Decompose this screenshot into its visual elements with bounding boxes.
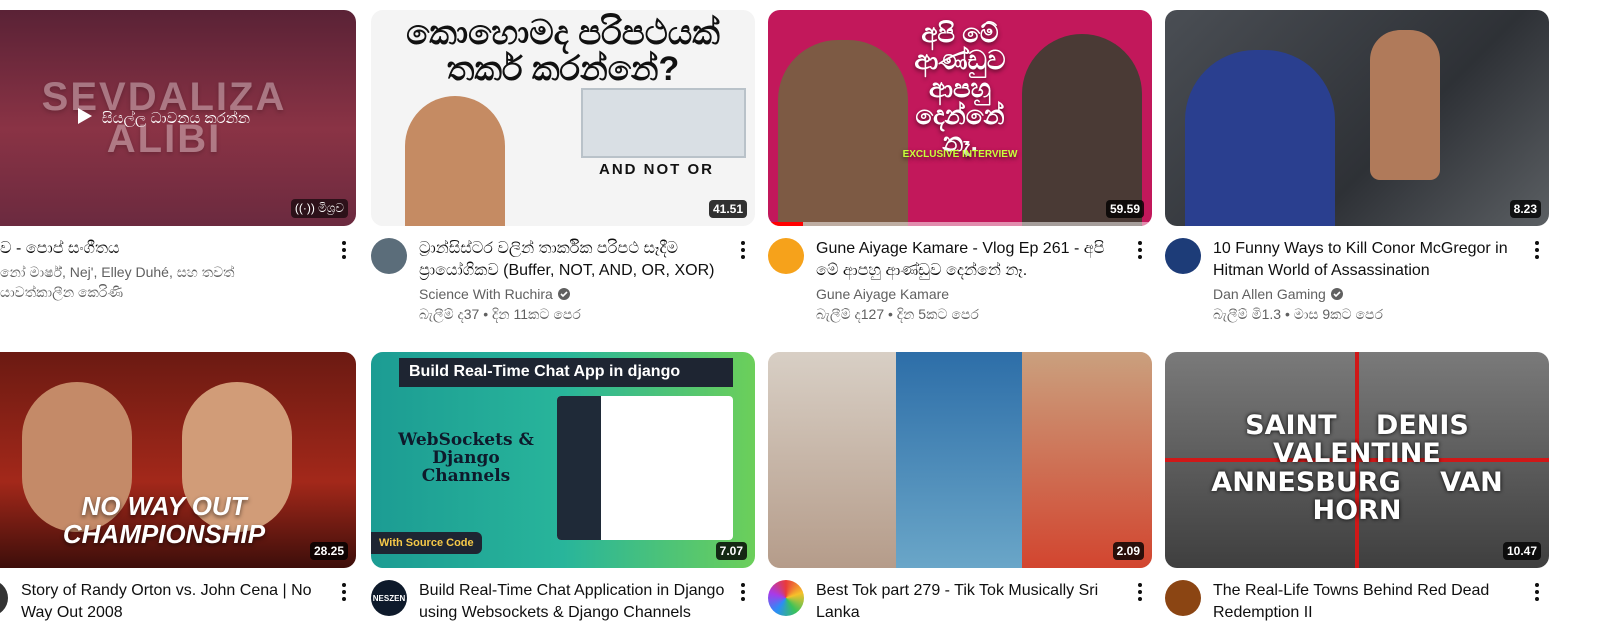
video-title[interactable]: 10 Funny Ways to Kill Conor McGregor in … [1213,238,1525,282]
video-thumbnail[interactable]: අපි මේ ආණ්ඩුව ආපහු දෙන්නේ නෑ. EXCLUSIVE … [768,10,1152,226]
channel-avatar[interactable] [1165,238,1201,274]
video-duration: 10.47 [1502,542,1541,560]
video-duration: 59.59 [1105,200,1144,218]
more-options-icon[interactable] [1525,238,1549,262]
video-card[interactable]: අපි මේ ආණ්ඩුව ආපහු දෙන්නේ නෑ. EXCLUSIVE … [768,10,1152,324]
play-all-overlay[interactable]: සියල්ල ධාවනය කරන්න [0,10,356,226]
video-duration: 8.23 [1509,200,1541,218]
thumbnail-subtitle: EXCLUSIVE INTERVIEW [902,149,1018,160]
verified-icon [1330,287,1344,301]
guest-figure [778,40,908,226]
more-options-icon[interactable] [332,580,356,604]
video-title[interactable]: The Real-Life Towns Behind Red Dead Rede… [1213,580,1525,624]
video-title[interactable]: Gune Aiyage Kamare - Vlog Ep 261 - අපි ම… [816,238,1128,282]
presenter-figure [405,96,505,226]
video-stats: යාවත්කාලීන කෙරිණි [0,284,124,300]
video-card[interactable]: NO WAY OUT CHAMPIONSHIP 28.25 Story of R… [0,352,356,624]
fighter-figure [1370,30,1440,180]
more-options-icon[interactable] [1525,580,1549,604]
channel-name[interactable]: Science With Ruchira [419,284,731,304]
watch-progress-bar [768,222,803,226]
more-options-icon[interactable] [332,238,356,262]
more-options-icon[interactable] [731,238,755,262]
host-figure [1022,34,1142,226]
channel-avatar[interactable] [371,238,407,274]
video-thumbnail[interactable]: Build Real-Time Chat App in django WebSo… [371,352,755,568]
channel-name[interactable]: නෝ මාර්ෂ්, Nej', Elley Duhé, සහ තවත් [0,262,332,282]
video-stats: බැලීම් ද37 • දින 11කට පෙර [419,306,581,322]
video-stats: බැලීම් ද127 • දින 5කට පෙර [816,306,979,322]
channel-avatar[interactable]: NESZEN [371,580,407,616]
radio-icon: ((·)) [294,201,319,215]
gate-labels: AND NOT OR [599,161,714,178]
clip-panel [1022,352,1152,568]
playlist-thumbnail[interactable]: SEVDALIZA ALIBI සියල්ල ධාවනය කරන්න ((·))… [0,10,356,226]
thumbnail-text: කොහොමද පරිපථයක් තර්ක කරන්නේ? [406,14,720,88]
play-icon [77,107,92,129]
channel-avatar[interactable] [1165,580,1201,616]
video-card[interactable]: කොහොමද පරිපථයක් තර්ක කරන්නේ? AND NOT OR … [371,10,755,324]
video-title[interactable]: Build Real-Time Chat Application in Djan… [419,580,731,624]
video-card[interactable]: 8.23 10 Funny Ways to Kill Conor McGrego… [1165,10,1549,324]
verified-icon [557,287,571,301]
video-card[interactable]: SEVDALIZA ALIBI සියල්ල ධාවනය කරන්න ((·))… [0,10,356,302]
video-duration: 2.09 [1112,542,1144,560]
video-title[interactable]: ව - පොප් සංගීතය [0,238,332,260]
channel-avatar[interactable] [768,580,804,616]
thumbnail-subtitle: WebSockets & Django Channels [398,430,534,486]
video-thumbnail[interactable]: NO WAY OUT CHAMPIONSHIP 28.25 [0,352,356,568]
breadboard-graphic [581,88,746,158]
thumbnail-text: NO WAY OUT CHAMPIONSHIP [62,491,266,549]
video-card[interactable]: Build Real-Time Chat App in django WebSo… [371,352,755,624]
source-code-tag: With Source Code [371,532,482,554]
more-options-icon[interactable] [1128,580,1152,604]
more-options-icon[interactable] [731,580,755,604]
video-card[interactable]: 2.09 Best Tok part 279 - Tik Tok Musical… [768,352,1152,624]
thumbnail-text: SAINT DENIS VALENTINE ANNESBURG VAN HORN [1211,410,1503,527]
more-options-icon[interactable] [1128,238,1152,262]
mix-badge: ((·)) මිශ්‍රව [290,199,348,218]
agent-figure [1185,50,1335,226]
video-thumbnail[interactable]: 2.09 [768,352,1152,568]
video-thumbnail[interactable]: 8.23 [1165,10,1549,226]
clip-panel [896,352,1022,568]
video-title[interactable]: ට්‍රාන්සිස්ටර වලින් තාර්කික පරිපථ සෑදීම … [419,238,731,282]
video-card[interactable]: SAINT DENIS VALENTINE ANNESBURG VAN HORN… [1165,352,1549,624]
watch-progress-track [768,222,1152,226]
channel-name[interactable]: Gune Aiyage Kamare [816,284,1128,304]
channel-avatar[interactable] [768,238,804,274]
video-duration: 7.07 [715,542,747,560]
clip-panel [768,352,896,568]
video-stats: බැලීම් මි1.3 • මාස 9කට පෙර [1213,306,1383,322]
chat-app-screenshot [557,396,733,540]
thumbnail-banner: Build Real-Time Chat App in django [399,358,733,387]
channel-name[interactable]: Dan Allen Gaming [1213,284,1525,304]
video-duration: 28.25 [309,542,348,560]
video-duration: 41.51 [708,200,747,218]
video-thumbnail[interactable]: SAINT DENIS VALENTINE ANNESBURG VAN HORN… [1165,352,1549,568]
video-thumbnail[interactable]: කොහොමද පරිපථයක් තර්ක කරන්නේ? AND NOT OR … [371,10,755,226]
video-title[interactable]: Story of Randy Orton vs. John Cena | No … [21,580,332,624]
video-title[interactable]: Best Tok part 279 - Tik Tok Musically Sr… [816,580,1128,624]
play-all-label: සියල්ල ධාවනය කරන්න [101,109,251,127]
